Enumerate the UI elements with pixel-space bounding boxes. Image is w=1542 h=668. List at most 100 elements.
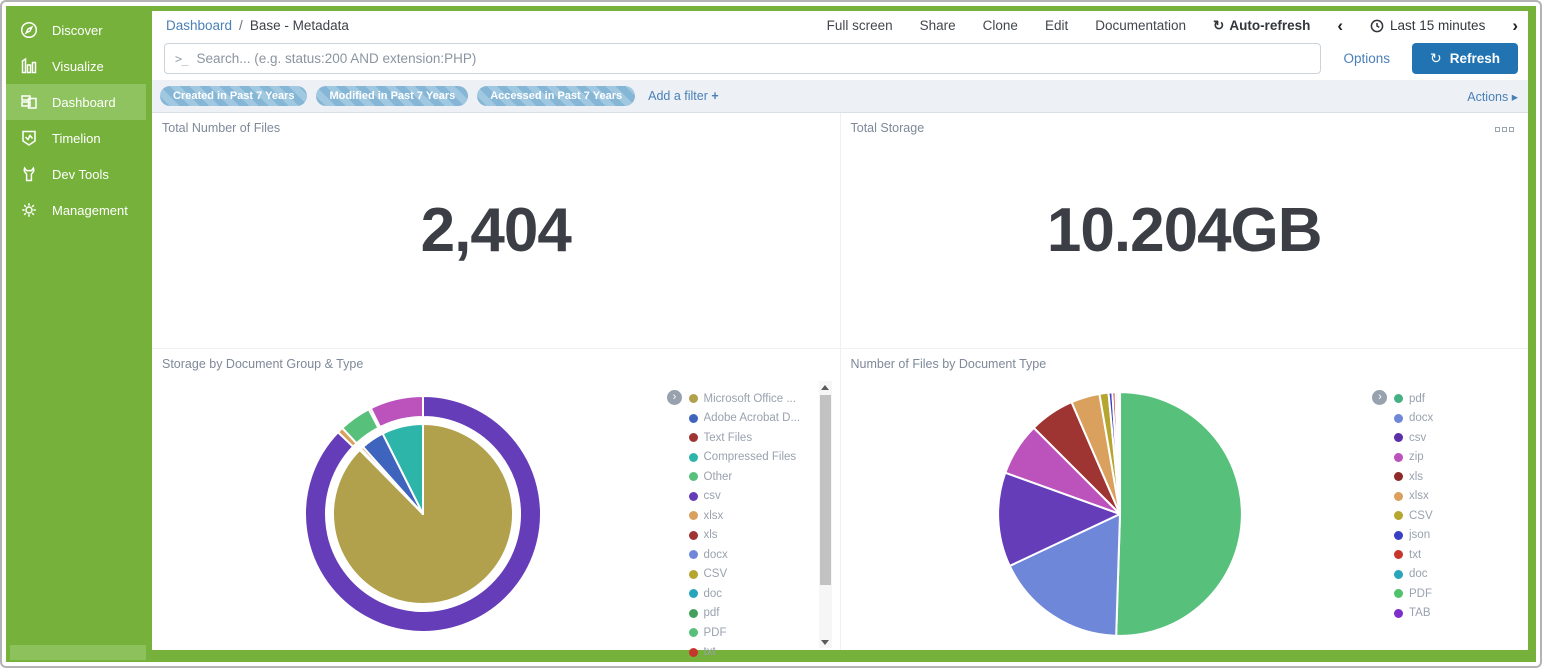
plus-icon: +: [711, 89, 718, 103]
legend-item[interactable]: xls: [689, 526, 817, 546]
pie-chart-file-count[interactable]: pdf: 50.5docx: 17.5csv: 12.5zip: 7xls: 6…: [993, 387, 1247, 641]
legend-item[interactable]: Text Files: [689, 428, 817, 448]
filter-pill-accessed[interactable]: Accessed in Past 7 Years: [477, 86, 635, 106]
legend-color-dot: [1394, 589, 1403, 598]
sidebar-item-label: Visualize: [52, 59, 104, 74]
sidebar-collapse-bar[interactable]: [10, 645, 146, 660]
legend-color-dot: [689, 414, 698, 423]
search-input[interactable]: [196, 51, 1310, 66]
legend-item-label: Microsoft Office ...: [704, 393, 796, 405]
time-forward-chevron-icon[interactable]: ›: [1512, 17, 1518, 34]
menu-clone[interactable]: Clone: [983, 18, 1018, 33]
filter-bar: Created in Past 7 Years Modified in Past…: [152, 80, 1528, 113]
legend-file-count: › pdfdocxcsvzipxlsxlsxCSVjsontxtdocPDFTA…: [1394, 377, 1522, 650]
legend-scrollbar[interactable]: [819, 381, 832, 648]
add-filter-link[interactable]: Add a filter +: [648, 89, 719, 103]
legend-item[interactable]: CSV: [689, 565, 817, 585]
legend-item-label: xlsx: [704, 510, 724, 522]
legend-color-dot: [689, 628, 698, 637]
legend-item-label: doc: [1409, 568, 1428, 580]
legend-item[interactable]: Compressed Files: [689, 448, 817, 468]
menu-share[interactable]: Share: [920, 18, 956, 33]
scrollbar-thumb[interactable]: [820, 395, 831, 585]
options-link[interactable]: Options: [1335, 51, 1398, 66]
legend-item[interactable]: txt: [689, 643, 817, 663]
legend-item-label: Text Files: [704, 432, 753, 444]
legend-item-label: txt: [1409, 549, 1421, 561]
pie-slice[interactable]: TAB: 0.1: [1119, 392, 1120, 514]
actions-link[interactable]: Actions ▸: [1467, 89, 1518, 104]
scroll-up-arrow-icon[interactable]: [819, 381, 832, 393]
legend-toggle-chevron-icon[interactable]: ›: [1372, 390, 1387, 405]
top-navigation-bar: Dashboard / Base - Metadata Full screen …: [152, 11, 1528, 40]
legend-item[interactable]: doc: [1394, 565, 1522, 585]
legend-color-dot: [1394, 570, 1403, 579]
bar-chart-icon: [19, 56, 39, 76]
legend-item-label: CSV: [704, 568, 728, 580]
legend-item[interactable]: pdf: [689, 604, 817, 624]
legend-item[interactable]: PDF: [1394, 584, 1522, 604]
pie-slice[interactable]: pdf: 50.5: [1116, 392, 1242, 636]
legend-color-dot: [1394, 394, 1403, 403]
legend-item-label: pdf: [1409, 393, 1425, 405]
sidebar-item-visualize[interactable]: Visualize: [6, 48, 146, 84]
legend-item[interactable]: xlsx: [1394, 487, 1522, 507]
breadcrumb-page-title: Base - Metadata: [250, 18, 349, 33]
sidebar-item-timelion[interactable]: Timelion: [6, 120, 146, 156]
legend-item[interactable]: Microsoft Office ...: [689, 389, 817, 409]
search-box: >_: [164, 43, 1321, 74]
filter-pill-created[interactable]: Created in Past 7 Years: [160, 86, 307, 106]
legend-item[interactable]: Adobe Acrobat D...: [689, 409, 817, 429]
sidebar-item-dashboard[interactable]: Dashboard: [6, 84, 146, 120]
legend-item[interactable]: json: [1394, 526, 1522, 546]
legend-item-label: xls: [704, 529, 718, 541]
clock-icon: [1370, 19, 1384, 33]
legend-item[interactable]: xlsx: [689, 506, 817, 526]
legend-color-dot: [689, 472, 698, 481]
legend-item[interactable]: Other: [689, 467, 817, 487]
scroll-down-arrow-icon[interactable]: [819, 636, 832, 648]
menu-documentation[interactable]: Documentation: [1095, 18, 1186, 33]
legend-item-label: PDF: [1409, 588, 1432, 600]
refresh-button[interactable]: ↻ Refresh: [1412, 43, 1518, 74]
legend-item[interactable]: pdf: [1394, 389, 1522, 409]
legend-item-label: xls: [1409, 471, 1423, 483]
sidebar-item-dev-tools[interactable]: Dev Tools: [6, 156, 146, 192]
menu-edit[interactable]: Edit: [1045, 18, 1068, 33]
pie-chart-storage[interactable]: Microsoft Office: 87.6Text Files: 0.3Oth…: [298, 389, 548, 639]
legend-item[interactable]: docx: [689, 545, 817, 565]
auto-refresh-button[interactable]: ↻ Auto-refresh: [1213, 18, 1310, 34]
legend-item-label: CSV: [1409, 510, 1433, 522]
legend-item[interactable]: docx: [1394, 409, 1522, 429]
legend-color-dot: [689, 492, 698, 501]
filter-pill-modified[interactable]: Modified in Past 7 Years: [316, 86, 468, 106]
legend-item-label: Compressed Files: [704, 451, 797, 463]
legend-item[interactable]: PDF: [689, 623, 817, 643]
sidebar-item-discover[interactable]: Discover: [6, 12, 146, 48]
time-back-chevron-icon[interactable]: ‹: [1337, 17, 1343, 34]
legend-item[interactable]: xls: [1394, 467, 1522, 487]
legend-item[interactable]: csv: [1394, 428, 1522, 448]
sidebar-item-management[interactable]: Management: [6, 192, 146, 228]
pie-slice[interactable]: zip: 7.3: [371, 396, 423, 427]
legend-item[interactable]: TAB: [1394, 604, 1522, 624]
legend-item-label: txt: [704, 646, 716, 658]
legend-item-label: xlsx: [1409, 490, 1429, 502]
time-range-picker[interactable]: Last 15 minutes: [1370, 18, 1485, 33]
legend-item[interactable]: csv: [689, 487, 817, 507]
sidebar-item-label: Management: [52, 203, 128, 218]
legend-toggle-chevron-icon[interactable]: ›: [667, 390, 682, 405]
metric-value-total-files: 2,404: [421, 195, 571, 266]
menu-full-screen[interactable]: Full screen: [827, 18, 893, 33]
legend-item[interactable]: doc: [689, 584, 817, 604]
panel-files-by-type: Number of Files by Document Type pdf: 50…: [840, 349, 1529, 650]
legend-item[interactable]: CSV: [1394, 506, 1522, 526]
legend-item[interactable]: txt: [1394, 545, 1522, 565]
legend-color-dot: [1394, 609, 1403, 618]
breadcrumb-dashboard-link[interactable]: Dashboard: [166, 18, 232, 33]
legend-color-dot: [689, 433, 698, 442]
legend-item[interactable]: zip: [1394, 448, 1522, 468]
legend-item-label: Other: [704, 471, 733, 483]
refresh-cycle-icon: ↻: [1213, 18, 1224, 34]
legend-color-dot: [689, 589, 698, 598]
